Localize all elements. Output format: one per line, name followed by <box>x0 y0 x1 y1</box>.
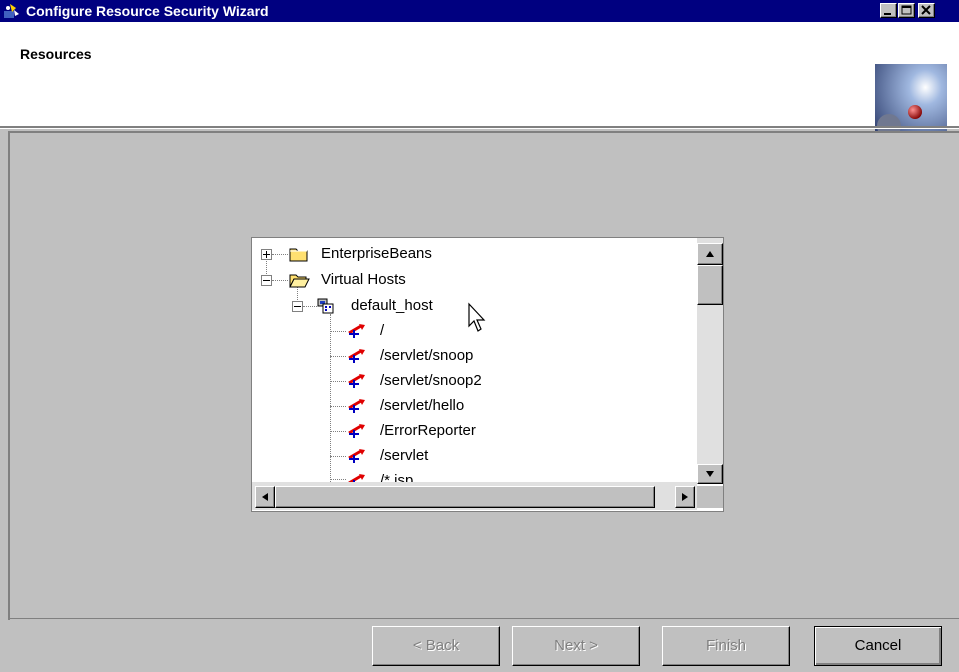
tree-connector <box>330 381 346 382</box>
tree-clip: /*.jsp <box>252 468 697 482</box>
header-divider <box>0 126 959 129</box>
tree-connector <box>330 314 331 484</box>
expand-toggle[interactable] <box>261 249 272 260</box>
scroll-down-button[interactable] <box>697 464 723 484</box>
maximize-icon <box>901 5 912 15</box>
folder-open-icon <box>289 274 310 288</box>
close-button[interactable] <box>918 3 935 18</box>
scroll-left-button[interactable] <box>255 486 275 508</box>
horizontal-scroll-thumb[interactable] <box>275 486 655 508</box>
tree-node-label: /servlet/hello <box>380 397 465 414</box>
finish-button[interactable]: Finish <box>662 626 790 666</box>
tree-connector <box>330 406 346 407</box>
scroll-right-button[interactable] <box>675 486 695 508</box>
uri-icon <box>348 324 365 338</box>
uri-icon <box>348 349 365 363</box>
tree-node-label: / <box>380 322 385 339</box>
tree-connector <box>330 456 346 457</box>
back-button[interactable]: < Back <box>372 626 500 666</box>
arrow-up-icon <box>706 251 714 257</box>
scroll-up-button[interactable] <box>697 243 723 265</box>
wizard-header: Resources <box>0 22 959 142</box>
arrow-left-icon <box>262 493 268 501</box>
uri-icon <box>348 424 365 438</box>
host-icon <box>317 298 334 314</box>
tree-viewport <box>252 238 697 482</box>
tree-node-label: /ErrorReporter <box>380 422 476 439</box>
tree-connector <box>330 356 346 357</box>
plus-icon <box>263 251 270 258</box>
page-title: Resources <box>20 46 92 62</box>
close-icon <box>921 5 931 15</box>
vertical-scroll-thumb[interactable] <box>697 265 723 305</box>
mouse-pointer-icon <box>468 302 486 332</box>
tree-node-label: default_host <box>351 297 433 314</box>
arrow-right-icon <box>682 493 688 501</box>
footer-divider <box>8 618 959 619</box>
tree-connector <box>303 306 317 307</box>
tree-node-label: /servlet/snoop2 <box>380 372 482 389</box>
maximize-button[interactable] <box>898 3 915 18</box>
collapse-toggle[interactable] <box>292 301 303 312</box>
cancel-button[interactable]: Cancel <box>814 626 942 666</box>
wizard-app-icon <box>4 4 19 18</box>
tree-connector <box>272 280 288 281</box>
arrow-down-icon <box>706 471 714 477</box>
tree-connector <box>330 431 346 432</box>
uri-icon <box>348 399 365 413</box>
minimize-icon <box>884 13 891 15</box>
next-button[interactable]: Next > <box>512 626 640 666</box>
tree-node-label: /servlet <box>380 447 429 464</box>
tree-node-label: /*.jsp <box>380 472 414 482</box>
scroll-corner <box>697 486 723 508</box>
tree-node-label: /servlet/snoop <box>380 347 474 364</box>
uri-icon <box>348 474 365 482</box>
folder-icon <box>289 248 308 262</box>
tree-node-label: Virtual Hosts <box>321 271 406 288</box>
title-bar: Configure Resource Security Wizard <box>0 0 959 22</box>
uri-icon <box>348 374 365 388</box>
minus-icon <box>263 280 270 281</box>
window-title: Configure Resource Security Wizard <box>26 3 269 19</box>
tree-connector <box>272 254 288 255</box>
minimize-button[interactable] <box>880 3 897 18</box>
collapse-toggle[interactable] <box>261 275 272 286</box>
minus-icon <box>294 306 301 307</box>
uri-icon <box>348 449 365 463</box>
tree-node-label: EnterpriseBeans <box>321 245 432 262</box>
tree-connector <box>330 331 346 332</box>
